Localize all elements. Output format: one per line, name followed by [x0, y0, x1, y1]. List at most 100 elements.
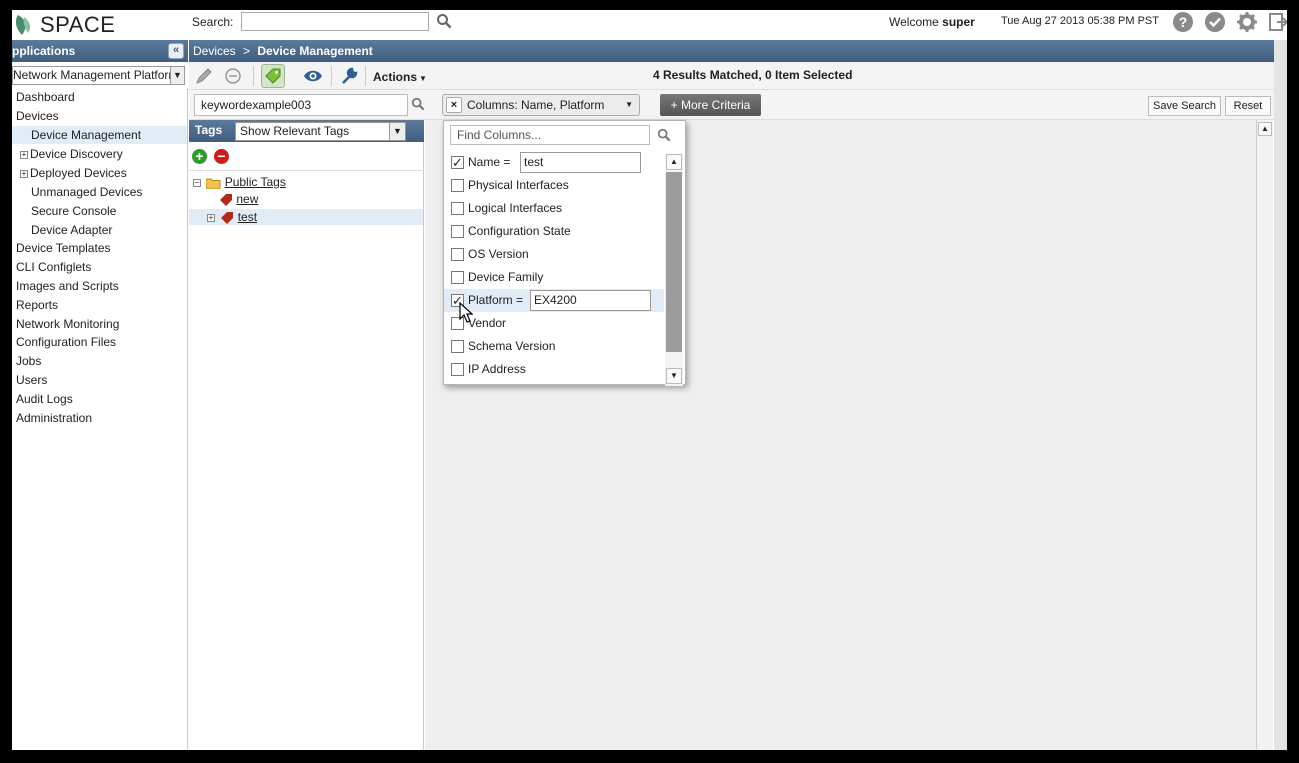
tree-node-new[interactable]: new — [219, 191, 258, 207]
application-select[interactable]: Network Management Platform ▼ — [12, 66, 185, 85]
sidebar-item-label: Device Templates — [16, 241, 111, 255]
tree-node-public-tags[interactable]: − Public Tags — [193, 174, 286, 190]
column-option-label: Name = — [468, 155, 511, 169]
sidebar-item-deployed-devices[interactable]: + Deployed Devices — [20, 164, 127, 182]
more-criteria-button[interactable]: + More Criteria — [660, 94, 761, 116]
sidebar-item-cli-configlets[interactable]: CLI Configlets — [16, 258, 91, 276]
tags-filter-select[interactable]: Show Relevant Tags ▼ — [235, 122, 406, 141]
tree-node-label: test — [237, 210, 258, 224]
add-tag-icon[interactable]: + — [192, 149, 207, 164]
global-search-input[interactable] — [241, 12, 429, 31]
checkbox-checked[interactable]: ✓ — [451, 156, 464, 169]
username: super — [942, 15, 975, 29]
sidebar-item-devices[interactable]: Devices — [16, 107, 59, 125]
tags-panel: Tags Show Relevant Tags ▼ + − − Public T… — [189, 120, 424, 750]
sidebar-item-reports[interactable]: Reports — [16, 296, 58, 314]
sidebar-item-dashboard[interactable]: Dashboard — [16, 88, 75, 106]
remove-circle-icon[interactable] — [223, 66, 243, 86]
sidebar-item-device-discovery[interactable]: + Device Discovery — [20, 145, 123, 163]
toolbar-separator — [331, 66, 332, 86]
edit-pencil-icon[interactable] — [194, 66, 214, 86]
scrollbar-thumb[interactable] — [666, 172, 682, 352]
column-option-ip-address[interactable]: IP Address — [444, 358, 664, 381]
collapse-icon[interactable]: − — [193, 178, 201, 187]
sidebar-item-users[interactable]: Users — [16, 371, 47, 389]
expand-icon[interactable]: + — [20, 150, 28, 159]
actions-menu[interactable]: Actions ▼ — [373, 70, 427, 84]
column-option-configuration-state[interactable]: Configuration State — [444, 220, 664, 243]
sidebar-item-label: Users — [16, 373, 48, 387]
reset-button[interactable]: Reset — [1225, 96, 1271, 116]
keyword-search-input[interactable]: keywordexample003 — [194, 94, 408, 116]
wrench-icon[interactable] — [339, 66, 359, 86]
checkbox[interactable] — [451, 363, 464, 376]
sidebar-item-label: Administration — [16, 411, 93, 425]
sidebar-item-secure-console[interactable]: Secure Console — [31, 202, 116, 220]
chevron-down-icon: ▼ — [419, 74, 427, 83]
checkbox[interactable] — [451, 202, 464, 215]
mouse-cursor-icon — [459, 302, 473, 323]
tag-view-button[interactable] — [261, 64, 285, 88]
checkbox[interactable] — [451, 271, 464, 284]
tags-filter-value: Show Relevant Tags — [240, 124, 350, 138]
column-option-logical-interfaces[interactable]: Logical Interfaces — [444, 197, 664, 220]
expand-icon[interactable]: + — [20, 169, 28, 178]
eye-icon[interactable] — [303, 66, 323, 86]
column-option-schema-version[interactable]: Schema Version — [444, 335, 664, 358]
sidebar-item-unmanaged-devices[interactable]: Unmanaged Devices — [31, 183, 142, 201]
collapse-sidebar-icon[interactable]: « — [168, 43, 184, 59]
sidebar-item-label: Device Adapter — [31, 223, 113, 237]
sidebar-item-label: Unmanaged Devices — [31, 185, 143, 199]
clear-filter-icon[interactable]: × — [446, 97, 462, 113]
column-option-vendor[interactable]: Vendor — [444, 312, 664, 335]
checkbox[interactable] — [451, 179, 464, 192]
sidebar-item-device-adapter[interactable]: Device Adapter — [31, 221, 112, 239]
breadcrumb-parent[interactable]: Devices — [193, 44, 236, 58]
checkbox[interactable] — [451, 248, 464, 261]
tree-node-test[interactable]: + test — [189, 209, 423, 225]
toolbar-separator — [253, 66, 254, 86]
scroll-up-icon[interactable]: ▲ — [1258, 122, 1272, 136]
sidebar-item-administration[interactable]: Administration — [16, 409, 92, 427]
checkbox[interactable] — [451, 340, 464, 353]
sidebar-item-label: Network Monitoring — [16, 317, 120, 331]
help-icon[interactable]: ? — [1173, 12, 1193, 32]
gear-icon[interactable] — [1237, 12, 1257, 32]
columns-dropdown-scrollbar[interactable]: ▲ ▼ — [665, 154, 683, 386]
check-icon[interactable] — [1205, 12, 1225, 32]
sidebar-item-images-and-scripts[interactable]: Images and Scripts — [16, 277, 119, 295]
column-option-physical-interfaces[interactable]: Physical Interfaces — [444, 174, 664, 197]
columns-option-list: ✓ Name = test Physical Interfaces Logica… — [444, 151, 664, 385]
logout-icon[interactable] — [1269, 12, 1287, 32]
sidebar-item-device-management[interactable]: Device Management — [12, 126, 187, 144]
sidebar-item-configuration-files[interactable]: Configuration Files — [16, 333, 116, 351]
grid-scrollbar[interactable]: ▲ — [1256, 120, 1273, 750]
columns-filter-chip[interactable]: × Columns: Name, Platform ▼ — [442, 94, 640, 116]
scroll-down-icon[interactable]: ▼ — [666, 368, 682, 384]
search-icon[interactable] — [436, 13, 452, 29]
sidebar-item-device-templates[interactable]: Device Templates — [16, 239, 111, 257]
more-criteria-label: More Criteria — [680, 98, 751, 112]
sidebar-item-audit-logs[interactable]: Audit Logs — [16, 390, 73, 408]
sidebar-item-network-monitoring[interactable]: Network Monitoring — [16, 315, 119, 333]
column-option-name[interactable]: ✓ Name = test — [444, 151, 664, 174]
sidebar-item-jobs[interactable]: Jobs — [16, 352, 41, 370]
logo-text: SPACE — [40, 12, 116, 37]
sidebar-item-label: Images and Scripts — [16, 279, 119, 293]
breadcrumb-separator: > — [243, 44, 251, 58]
sidebar-item-label: Configuration Files — [16, 335, 117, 349]
expand-icon[interactable]: + — [207, 213, 215, 222]
scroll-up-icon[interactable]: ▲ — [666, 154, 682, 170]
column-option-device-family[interactable]: Device Family — [444, 266, 664, 289]
column-option-os-version[interactable]: OS Version — [444, 243, 664, 266]
checkbox[interactable] — [451, 225, 464, 238]
sidebar-item-label: Reports — [16, 298, 59, 312]
save-search-button[interactable]: Save Search — [1148, 96, 1221, 116]
column-option-platform[interactable]: ✓ Platform = EX4200 — [444, 289, 664, 312]
remove-tag-icon[interactable]: − — [214, 149, 229, 164]
search-icon[interactable] — [411, 97, 425, 111]
name-filter-input[interactable]: test — [520, 152, 641, 173]
find-columns-input[interactable]: Find Columns... — [450, 125, 650, 145]
search-icon[interactable] — [657, 128, 671, 142]
platform-filter-input[interactable]: EX4200 — [530, 290, 651, 311]
